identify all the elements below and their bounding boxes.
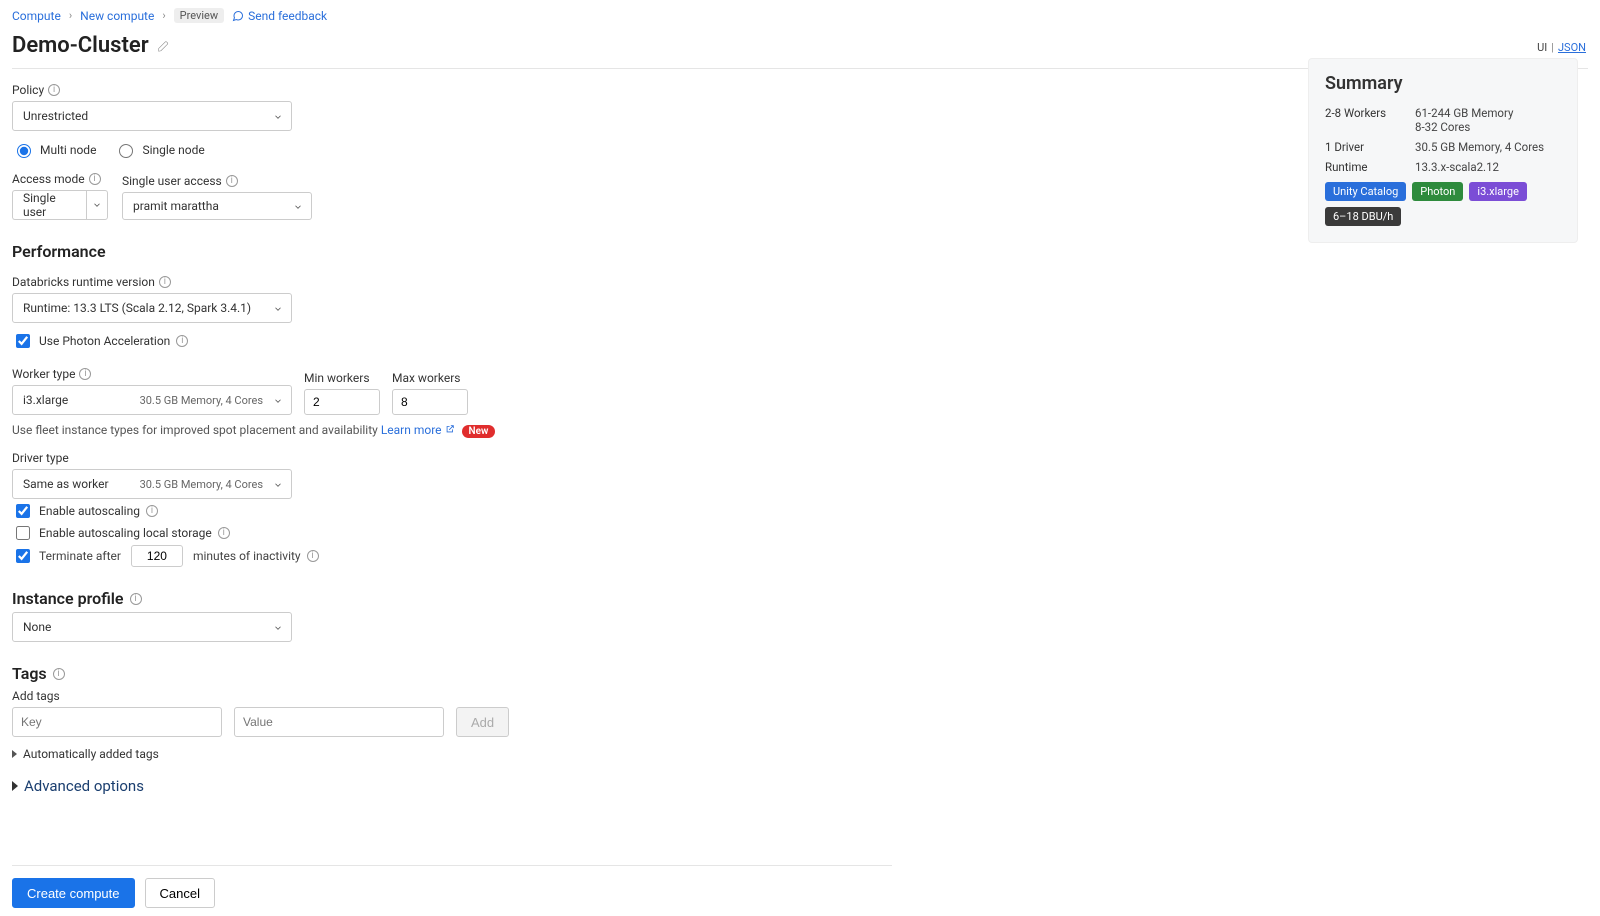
performance-heading: Performance	[12, 242, 892, 261]
info-icon[interactable]: i	[159, 276, 171, 288]
chevron-down-icon	[273, 623, 283, 633]
access-mode-label: Access modei	[12, 172, 108, 186]
local-storage-checkbox[interactable]	[16, 526, 30, 540]
access-mode-select[interactable]: Single user	[12, 190, 108, 220]
comment-icon	[232, 10, 244, 22]
summary-runtime-val: 13.3.x-scala2.12	[1415, 160, 1499, 174]
auto-tags-expander[interactable]: Automatically added tags	[12, 747, 892, 761]
advanced-options-expander[interactable]: Advanced options	[12, 777, 892, 795]
page-title: Demo-Cluster	[12, 33, 149, 58]
badge-photon: Photon	[1412, 182, 1463, 201]
summary-runtime-key: Runtime	[1325, 160, 1415, 174]
add-tags-label: Add tags	[12, 689, 892, 703]
single-user-access-label: Single user accessi	[122, 174, 312, 188]
summary-driver-key: 1 Driver	[1325, 140, 1415, 154]
instance-profile-heading: Instance profilei	[12, 589, 892, 608]
edit-title-icon[interactable]	[157, 39, 171, 53]
tag-value-input[interactable]	[234, 707, 444, 737]
chevron-right-icon: ›	[162, 9, 165, 22]
info-icon[interactable]: i	[130, 593, 142, 605]
summary-workers-val: 61-244 GB Memory8-32 Cores	[1415, 106, 1513, 134]
summary-card: Summary 2-8 Workers 61-244 GB Memory8-32…	[1308, 58, 1578, 243]
worker-type-detail: 30.5 GB Memory, 4 Cores	[140, 394, 263, 407]
radio-single-node[interactable]: Single node	[114, 141, 204, 158]
create-compute-button[interactable]: Create compute	[12, 878, 135, 908]
runtime-label: Databricks runtime versioni	[12, 275, 892, 289]
info-icon[interactable]: i	[89, 173, 101, 185]
info-icon[interactable]: i	[307, 550, 319, 562]
min-workers-label: Min workers	[304, 371, 380, 385]
info-icon[interactable]: i	[218, 527, 230, 539]
cancel-button[interactable]: Cancel	[145, 878, 215, 908]
chevron-down-icon	[273, 396, 283, 406]
chevron-down-icon	[293, 202, 303, 212]
badge-unity-catalog: Unity Catalog	[1325, 182, 1406, 201]
runtime-select[interactable]: Runtime: 13.3 LTS (Scala 2.12, Spark 3.4…	[12, 293, 292, 323]
info-icon[interactable]: i	[79, 368, 91, 380]
chevron-right-icon: ›	[69, 9, 72, 22]
worker-type-select[interactable]: i3.xlarge 30.5 GB Memory, 4 Cores	[12, 385, 292, 415]
single-user-access-select[interactable]: pramit marattha	[122, 192, 312, 220]
breadcrumb: Compute › New compute › Preview Send fee…	[12, 8, 1588, 23]
policy-label: Policyi	[12, 83, 892, 97]
info-icon[interactable]: i	[226, 175, 238, 187]
instance-profile-select[interactable]: None	[12, 612, 292, 642]
terminate-minutes-input[interactable]	[131, 545, 183, 567]
fleet-hint: Use fleet instance types for improved sp…	[12, 423, 892, 437]
summary-heading: Summary	[1325, 73, 1561, 94]
policy-select[interactable]: Unrestricted	[12, 101, 292, 131]
crumb-compute[interactable]: Compute	[12, 9, 61, 23]
summary-driver-val: 30.5 GB Memory, 4 Cores	[1415, 140, 1544, 154]
badge-dbu: 6–18 DBU/h	[1325, 207, 1401, 226]
info-icon[interactable]: i	[53, 668, 65, 680]
max-workers-label: Max workers	[392, 371, 468, 385]
worker-type-label: Worker typei	[12, 367, 292, 381]
info-icon[interactable]: i	[176, 335, 188, 347]
tags-heading: Tagsi	[12, 664, 892, 683]
max-workers-input[interactable]	[392, 389, 468, 415]
chevron-right-icon	[12, 750, 17, 758]
terminate-checkbox[interactable]	[16, 549, 30, 563]
ui-json-toggle[interactable]: UI|JSON	[1308, 41, 1588, 54]
crumb-new-compute[interactable]: New compute	[80, 9, 154, 23]
add-tag-button[interactable]: Add	[456, 707, 509, 737]
chevron-down-icon	[273, 112, 283, 122]
tag-key-input[interactable]	[12, 707, 222, 737]
badge-instance-type: i3.xlarge	[1469, 182, 1527, 201]
photon-checkbox[interactable]	[16, 334, 30, 348]
info-icon[interactable]: i	[48, 84, 60, 96]
driver-type-label: Driver type	[12, 451, 892, 465]
chevron-down-icon	[273, 480, 283, 490]
radio-multi-node[interactable]: Multi node	[12, 141, 96, 158]
preview-badge: Preview	[174, 8, 224, 23]
chevron-down-icon	[273, 304, 283, 314]
min-workers-input[interactable]	[304, 389, 380, 415]
summary-workers-key: 2-8 Workers	[1325, 106, 1415, 134]
info-icon[interactable]: i	[146, 505, 158, 517]
autoscale-checkbox[interactable]	[16, 504, 30, 518]
driver-type-select[interactable]: Same as worker 30.5 GB Memory, 4 Cores	[12, 469, 292, 499]
new-badge: New	[462, 425, 496, 438]
send-feedback-link[interactable]: Send feedback	[232, 9, 327, 23]
chevron-right-icon	[12, 781, 18, 791]
external-link-icon	[445, 424, 455, 434]
driver-type-detail: 30.5 GB Memory, 4 Cores	[140, 478, 263, 491]
learn-more-link[interactable]: Learn more	[381, 423, 458, 437]
